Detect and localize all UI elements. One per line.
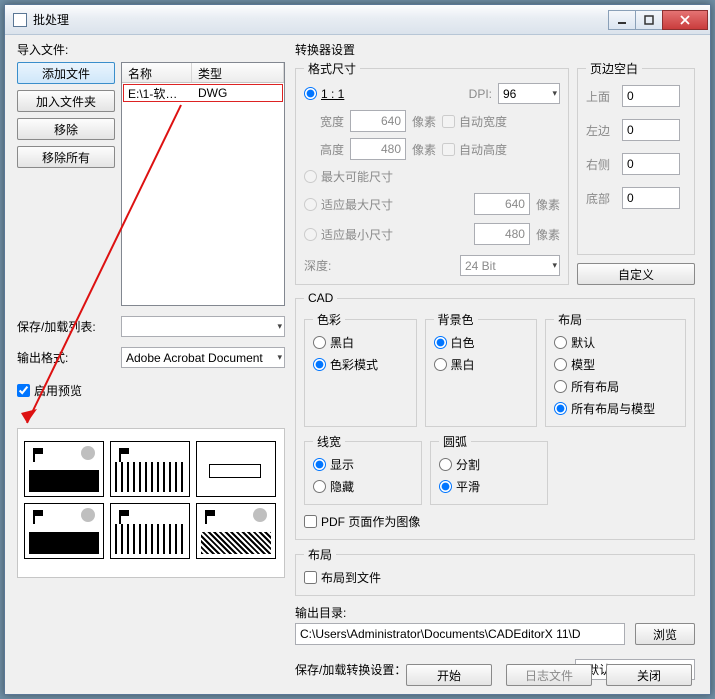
cell-type: DWG <box>192 86 284 100</box>
bg-black-radio[interactable]: 黑白 <box>434 356 475 373</box>
lw-hide-radio[interactable]: 隐藏 <box>313 478 354 495</box>
titlebar: 批处理 <box>5 5 710 35</box>
converter-settings-label: 转换器设置 <box>295 41 695 58</box>
thumb[interactable] <box>196 503 276 559</box>
fit-max-radio[interactable]: 适应最大尺寸 <box>304 196 393 213</box>
table-row[interactable]: E:\1-软文... DWG <box>122 83 284 103</box>
remove-button[interactable]: 移除 <box>17 118 115 140</box>
auto-width-check[interactable]: 自动宽度 <box>442 113 507 130</box>
layout-all-radio[interactable]: 所有布局 <box>554 378 619 395</box>
col-name[interactable]: 名称 <box>122 63 192 82</box>
fit-min-radio[interactable]: 适应最小尺寸 <box>304 226 393 243</box>
margin-bottom-input[interactable] <box>622 187 680 209</box>
format-size-group: 格式尺寸 1 : 1 DPI: 96▾ 宽度 像素 自动宽度 高度 <box>295 60 569 285</box>
saveconv-label: 保存/加载转换设置：: <box>295 661 410 678</box>
layout-model-radio[interactable]: 模型 <box>554 356 595 373</box>
outdir-input[interactable] <box>295 623 625 645</box>
outdir-label: 输出目录: <box>295 606 346 620</box>
col-type[interactable]: 类型 <box>192 63 284 82</box>
thumb[interactable] <box>110 441 190 497</box>
custom-button[interactable]: 自定义 <box>577 263 695 285</box>
footer-buttons: 开始 日志文件 关闭 <box>406 664 692 686</box>
dialog-window: 批处理 导入文件: 添加文件 加入文件夹 移除 移除所有 名称 类型 <box>4 4 711 695</box>
left-panel: 导入文件: 添加文件 加入文件夹 移除 移除所有 名称 类型 E:\1-软文..… <box>17 41 285 665</box>
arc-split-radio[interactable]: 分割 <box>439 456 480 473</box>
log-button[interactable]: 日志文件 <box>506 664 592 686</box>
width-input[interactable] <box>350 110 406 132</box>
depth-select[interactable]: 24 Bit▾ <box>460 255 560 276</box>
margins-group: 页边空白 上面 左边 右侧 底部 <box>577 60 695 255</box>
start-button[interactable]: 开始 <box>406 664 492 686</box>
arc-smooth-radio[interactable]: 平滑 <box>439 478 480 495</box>
add-file-button[interactable]: 添加文件 <box>17 62 115 84</box>
margin-top-input[interactable] <box>622 85 680 107</box>
lw-show-radio[interactable]: 显示 <box>313 456 354 473</box>
auto-height-check[interactable]: 自动高度 <box>442 141 507 158</box>
window-title: 批处理 <box>33 11 609 28</box>
ratio-1-1-radio[interactable]: 1 : 1 <box>304 87 344 101</box>
margin-left-input[interactable] <box>622 119 680 141</box>
dpi-select[interactable]: 96▾ <box>498 83 560 104</box>
output-format-select[interactable]: Adobe Acrobat Document▾ <box>121 347 285 368</box>
margin-right-input[interactable] <box>622 153 680 175</box>
close-dialog-button[interactable]: 关闭 <box>606 664 692 686</box>
layout-to-file-check[interactable]: 布局到文件 <box>304 569 381 586</box>
savelist-select[interactable]: ▾ <box>121 316 285 337</box>
output-format-label: 输出格式: <box>17 349 115 366</box>
close-button[interactable] <box>662 10 708 30</box>
max-size-radio[interactable]: 最大可能尺寸 <box>304 168 560 185</box>
enable-preview-checkbox[interactable]: 启用预览 <box>17 382 82 399</box>
thumb[interactable] <box>196 441 276 497</box>
fitmin-input[interactable] <box>474 223 530 245</box>
file-table[interactable]: 名称 类型 E:\1-软文... DWG <box>121 62 285 306</box>
layout-default-radio[interactable]: 默认 <box>554 334 595 351</box>
thumb[interactable] <box>24 503 104 559</box>
thumb[interactable] <box>24 441 104 497</box>
depth-label: 深度: <box>304 257 331 274</box>
cad-group: CAD 色彩 黑白 色彩模式 背景色 白色 黑白 布局 默认 模型 所有布局 所… <box>295 291 695 540</box>
right-panel: 转换器设置 格式尺寸 1 : 1 DPI: 96▾ 宽度 像素 自动宽度 <box>295 41 695 665</box>
savelist-label: 保存/加载列表: <box>17 318 115 335</box>
height-input[interactable] <box>350 138 406 160</box>
layout-allm-radio[interactable]: 所有布局与模型 <box>554 400 655 417</box>
color-bw-radio[interactable]: 黑白 <box>313 334 354 351</box>
thumb[interactable] <box>110 503 190 559</box>
minimize-button[interactable] <box>608 10 636 30</box>
browse-button[interactable]: 浏览 <box>635 623 695 645</box>
color-mode-radio[interactable]: 色彩模式 <box>313 356 378 373</box>
app-icon <box>13 13 27 27</box>
remove-all-button[interactable]: 移除所有 <box>17 146 115 168</box>
bg-white-radio[interactable]: 白色 <box>434 334 475 351</box>
add-folder-button[interactable]: 加入文件夹 <box>17 90 115 112</box>
import-files-label: 导入文件: <box>17 41 285 58</box>
dpi-label: DPI: <box>469 87 492 101</box>
fitmax-input[interactable] <box>474 193 530 215</box>
maximize-button[interactable] <box>635 10 663 30</box>
pdf-as-image-check[interactable]: PDF 页面作为图像 <box>304 513 420 530</box>
layout2-group: 布局 布局到文件 <box>295 546 695 596</box>
cell-name: E:\1-软文... <box>122 85 192 102</box>
preview-pane <box>17 428 285 578</box>
